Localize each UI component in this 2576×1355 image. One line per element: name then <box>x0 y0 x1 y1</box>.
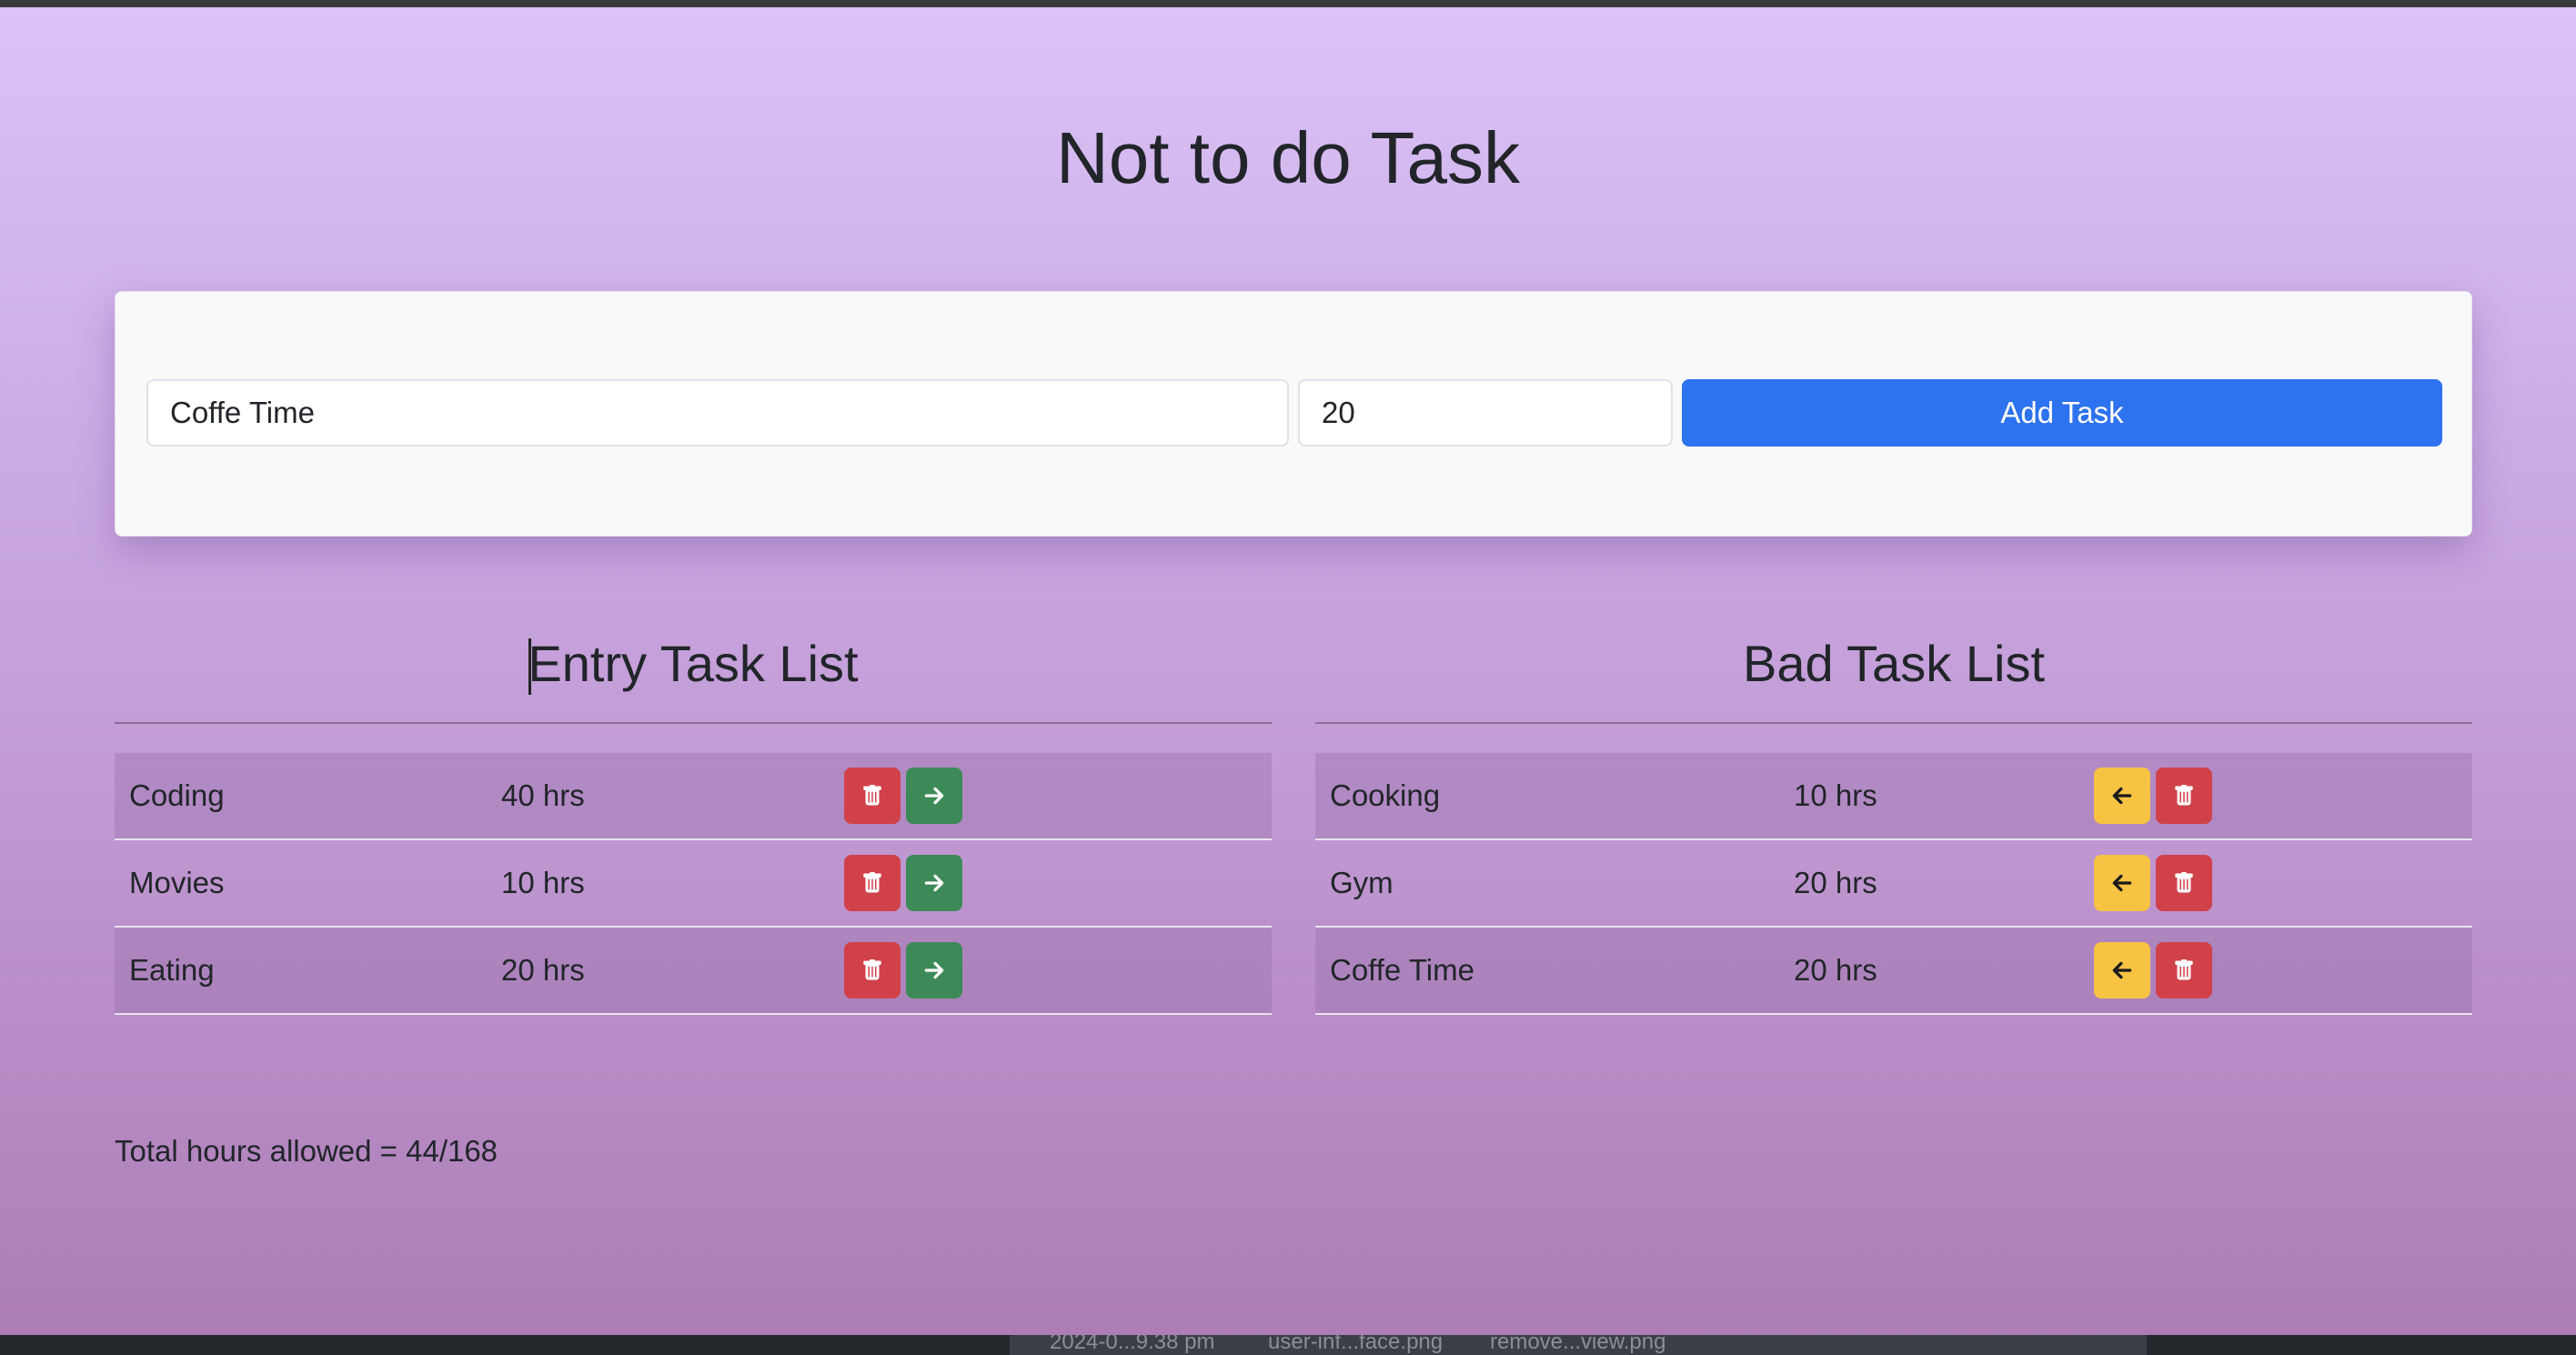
task-hours-input[interactable] <box>1298 379 1673 447</box>
arrow-left-icon <box>2112 961 2132 979</box>
dock-item[interactable]: 2024-0...9.38 pm <box>1050 1335 1214 1355</box>
task-name: Coffe Time <box>1330 953 1474 987</box>
task-hours: 20 hrs <box>1794 866 1877 899</box>
task-hours: 10 hrs <box>1794 778 1877 812</box>
task-name: Movies <box>129 866 225 899</box>
trash-icon <box>863 959 881 980</box>
delete-task-button[interactable] <box>844 942 901 999</box>
dock-strip: 2024-0...9.38 pm user-inf...face.png rem… <box>0 1335 2576 1355</box>
dock-item[interactable]: remove...view.png <box>1490 1335 1665 1355</box>
table-row: Movies 10 hrs <box>115 840 1272 928</box>
bad-list-heading: Bad Task List <box>1742 635 2046 692</box>
delete-task-button[interactable] <box>2156 855 2212 911</box>
move-to-bad-button[interactable] <box>906 855 962 911</box>
table-row: Cooking 10 hrs <box>1315 753 2472 840</box>
task-hours: 10 hrs <box>501 866 585 899</box>
page-background: Not to do Task Add Task Entry Task List … <box>0 7 2576 1335</box>
task-name-input[interactable] <box>146 379 1289 447</box>
move-to-entry-button[interactable] <box>2094 855 2150 911</box>
bad-list-divider <box>1315 722 2472 724</box>
task-hours: 20 hrs <box>1794 953 1877 987</box>
trash-icon <box>2175 872 2193 893</box>
task-name: Coding <box>129 778 225 812</box>
trash-icon <box>863 872 881 893</box>
delete-task-button[interactable] <box>2156 768 2212 824</box>
arrow-left-icon <box>2112 787 2132 805</box>
task-hours: 40 hrs <box>501 778 585 812</box>
move-to-entry-button[interactable] <box>2094 768 2150 824</box>
move-to-bad-button[interactable] <box>906 768 962 824</box>
delete-task-button[interactable] <box>844 768 901 824</box>
entry-task-table: Coding 40 hrs Movies 10 hrs Eating 20 hr… <box>115 753 1272 1015</box>
delete-task-button[interactable] <box>844 855 901 911</box>
table-row: Coffe Time 20 hrs <box>1315 928 2472 1015</box>
dock-item[interactable]: user-inf...face.png <box>1268 1335 1443 1355</box>
trash-icon <box>2175 959 2193 980</box>
trash-icon <box>863 785 881 806</box>
table-row: Gym 20 hrs <box>1315 840 2472 928</box>
table-row: Eating 20 hrs <box>115 928 1272 1015</box>
task-form-card: Add Task <box>115 291 2472 537</box>
bad-task-table: Cooking 10 hrs Gym 20 hrs Coffe Time 20 … <box>1315 753 2472 1015</box>
entry-list-divider <box>115 722 1272 724</box>
window-top-edge <box>0 0 2576 7</box>
arrow-right-icon <box>924 874 944 892</box>
entry-list-heading: Entry Task List <box>528 635 859 692</box>
move-to-entry-button[interactable] <box>2094 942 2150 999</box>
trash-icon <box>2175 785 2193 806</box>
task-hours: 20 hrs <box>501 953 585 987</box>
text-cursor <box>528 638 531 695</box>
delete-task-button[interactable] <box>2156 942 2212 999</box>
task-name: Gym <box>1330 866 1394 899</box>
add-task-button[interactable]: Add Task <box>1682 379 2442 447</box>
page-title: Not to do Task <box>1056 117 1520 198</box>
move-to-bad-button[interactable] <box>906 942 962 999</box>
arrow-right-icon <box>924 787 944 805</box>
total-hours-text: Total hours allowed = 44/168 <box>115 1134 498 1168</box>
arrow-right-icon <box>924 961 944 979</box>
task-name: Cooking <box>1330 778 1441 812</box>
arrow-left-icon <box>2112 874 2132 892</box>
task-name: Eating <box>129 953 215 987</box>
table-row: Coding 40 hrs <box>115 753 1272 840</box>
